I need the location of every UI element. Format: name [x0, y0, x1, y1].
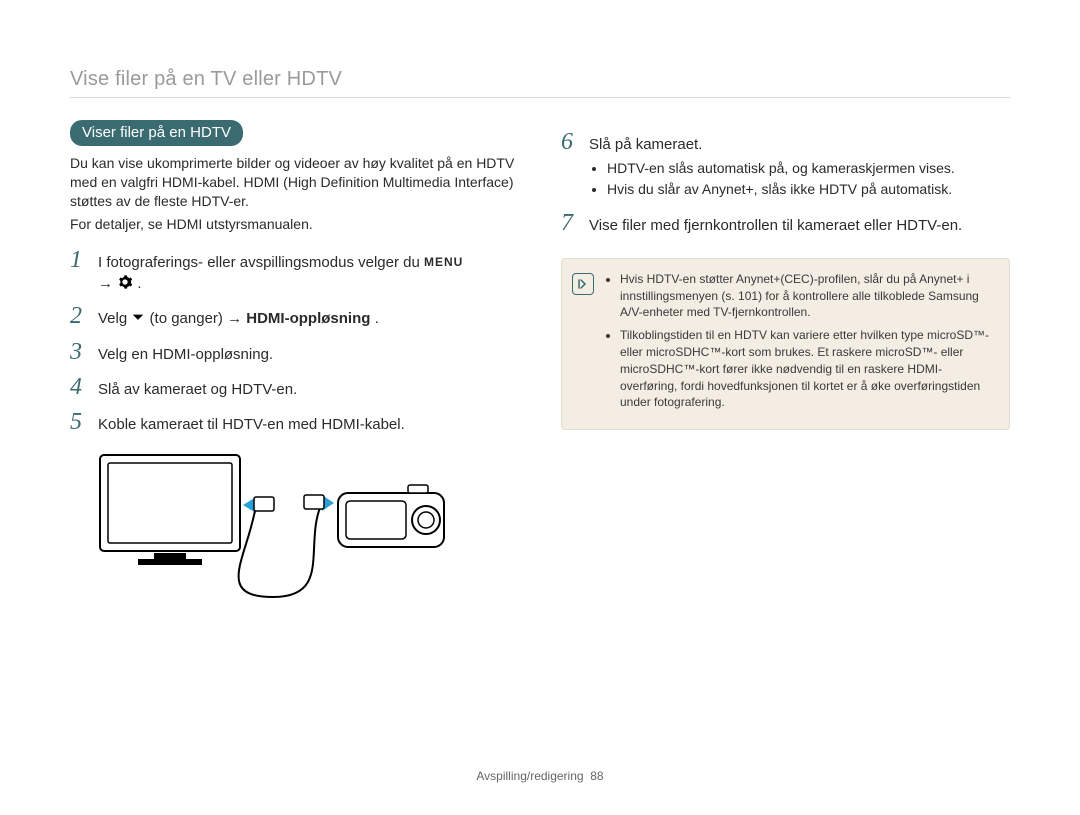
step-2-option: HDMI-oppløsning [246, 310, 370, 327]
step-1-pre: I fotograferings- eller avspillingsmodus… [98, 254, 424, 271]
manual-page: Vise filer på en TV eller HDTV Viser fil… [0, 0, 1080, 815]
step-1: 1 I fotograferings- eller avspillingsmod… [70, 248, 519, 295]
note-item-2: Tilkoblingstiden til en HDTV kan variere… [620, 327, 997, 411]
step-7: 7 Vise filer med fjernkontrollen til kam… [561, 211, 1010, 236]
step-5: 5 Koble kameraet til HDTV-en med HDMI-ka… [70, 410, 519, 435]
step-number: 3 [70, 340, 88, 364]
page-footer: Avspilling/redigering 88 [0, 769, 1080, 783]
hdmi-connection-illustration [98, 447, 519, 622]
left-column: Viser filer på en HDTV Du kan vise ukomp… [70, 120, 519, 622]
detail-paragraph: For detaljer, se HDMI utstyrsmanualen. [70, 215, 519, 234]
step-6: 6 Slå på kameraet. HDTV-en slås automati… [561, 130, 1010, 201]
section-heading-pill: Viser filer på en HDTV [70, 120, 243, 146]
step-1-post: . [137, 275, 141, 292]
step-text: Velg en HDMI-oppløsning. [98, 344, 519, 365]
step-2-post: . [375, 310, 379, 327]
step-number: 6 [561, 130, 579, 154]
step-number: 7 [561, 211, 579, 235]
right-column: 6 Slå på kameraet. HDTV-en slås automati… [561, 120, 1010, 622]
footer-section: Avspilling/redigering [476, 769, 583, 783]
intro-paragraph: Du kan vise ukomprimerte bilder og video… [70, 154, 519, 211]
step-number: 4 [70, 375, 88, 399]
menu-icon: MENU [424, 254, 463, 271]
step-6-bullet-2: Hvis du slår av Anynet+, slås ikke HDTV … [607, 180, 1010, 199]
steps-list-right: 6 Slå på kameraet. HDTV-en slås automati… [561, 130, 1010, 236]
footer-page-number: 88 [590, 769, 603, 783]
step-4: 4 Slå av kameraet og HDTV-en. [70, 375, 519, 400]
step-6-bullets: HDTV-en slås automatisk på, og kameraskj… [589, 159, 1010, 199]
step-text: Koble kameraet til HDTV-en med HDMI-kabe… [98, 414, 519, 435]
info-icon [572, 273, 594, 295]
chevron-down-icon [131, 309, 145, 330]
step-text: Slå av kameraet og HDTV-en. [98, 379, 519, 400]
step-6-bullet-1: HDTV-en slås automatisk på, og kameraskj… [607, 159, 1010, 178]
two-column-layout: Viser filer på en HDTV Du kan vise ukomp… [70, 120, 1010, 622]
step-text: Velg (to ganger) → HDMI-oppløsning . [98, 308, 519, 330]
right-arrow-icon: → [98, 275, 113, 292]
step-2: 2 Velg (to ganger) → HDMI-oppløsning . [70, 304, 519, 330]
step-text: Slå på kameraet. HDTV-en slås automatisk… [589, 134, 1010, 201]
running-title: Vise filer på en TV eller HDTV [70, 68, 1010, 98]
step-2-mid: (to ganger) → [150, 310, 247, 327]
step-6-text: Slå på kameraet. [589, 136, 702, 153]
step-number: 2 [70, 304, 88, 328]
step-3: 3 Velg en HDMI-oppløsning. [70, 340, 519, 365]
step-text: Vise filer med fjernkontrollen til kamer… [589, 215, 1010, 236]
note-box: Hvis HDTV-en støtter Anynet+(CEC)-profil… [561, 258, 1010, 430]
steps-list-left: 1 I fotograferings- eller avspillingsmod… [70, 248, 519, 435]
gear-icon [117, 273, 133, 294]
step-number: 1 [70, 248, 88, 272]
step-2-pre: Velg [98, 310, 131, 327]
note-item-1: Hvis HDTV-en støtter Anynet+(CEC)-profil… [620, 271, 997, 321]
step-text: I fotograferings- eller avspillingsmodus… [98, 252, 519, 295]
step-number: 5 [70, 410, 88, 434]
note-list: Hvis HDTV-en støtter Anynet+(CEC)-profil… [604, 271, 997, 417]
